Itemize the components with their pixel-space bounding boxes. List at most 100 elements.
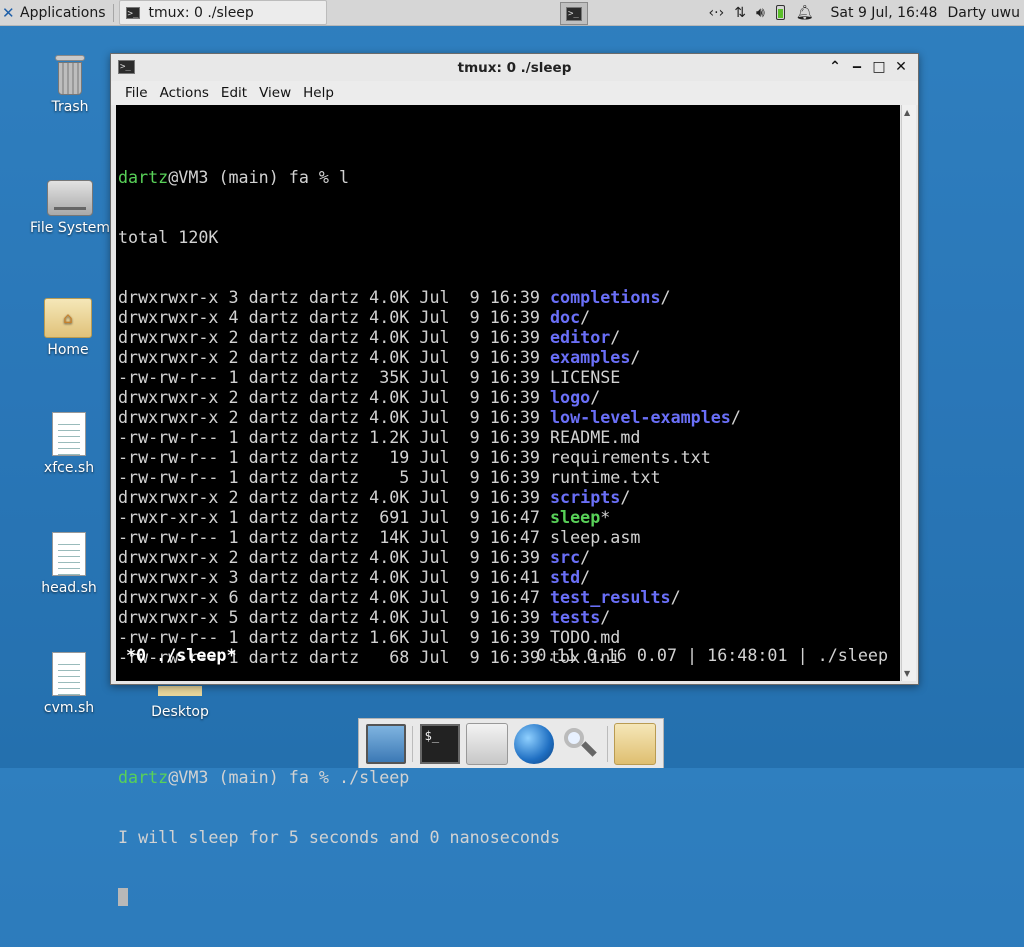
prompt-line: dartz@VM3 (main) fa % l: [118, 167, 741, 187]
dock: $_: [358, 718, 664, 768]
file-name: TODO.md: [550, 627, 621, 647]
file-meta: drwxrwxr-x 2 dartz dartz 4.0K Jul 9 16:3…: [118, 387, 551, 407]
list-item: drwxrwxr-x 2 dartz dartz 4.0K Jul 9 16:3…: [118, 487, 741, 507]
file-meta: -rw-rw-r-- 1 dartz dartz 19 Jul 9 16:39: [118, 447, 551, 467]
file-meta: -rw-rw-r-- 1 dartz dartz 5 Jul 9 16:39: [118, 467, 551, 487]
desktop-icon-xfce-sh[interactable]: xfce.sh: [24, 412, 114, 476]
menu-view[interactable]: View: [259, 85, 291, 101]
taskbar-title: tmux: 0 ./sleep: [148, 4, 254, 21]
prompt-user: dartz: [118, 767, 169, 787]
list-item: drwxrwxr-x 2 dartz dartz 4.0K Jul 9 16:3…: [118, 387, 741, 407]
scrollbar[interactable]: ▲ ▼: [901, 105, 916, 681]
menu-help[interactable]: Help: [303, 85, 334, 101]
file-suffix: /: [580, 547, 591, 567]
file-name: sleep: [550, 507, 601, 527]
file-suffix: *: [600, 507, 611, 527]
desktop-icon-cvm-sh[interactable]: cvm.sh: [24, 652, 114, 716]
file-name: tests: [550, 607, 601, 627]
user-menu[interactable]: Darty uwu: [947, 5, 1020, 21]
prompt-host: @VM3 (main) fa %: [168, 767, 340, 787]
desktop-icon-label: File System: [29, 220, 111, 236]
terminal-icon: >_: [125, 6, 140, 19]
list-item: -rw-rw-r-- 1 dartz dartz 35K Jul 9 16:39…: [118, 367, 741, 387]
tmux-status-bar: *0 ./sleep* 0.11 0.16 0.07 | 16:48:01 | …: [126, 645, 888, 665]
panel-separator: [112, 3, 114, 22]
file-name: requirements.txt: [550, 447, 711, 467]
search-icon[interactable]: [560, 724, 600, 764]
file-suffix: /: [730, 407, 741, 427]
script-file-icon: [52, 652, 86, 696]
file-meta: -rw-rw-r-- 1 dartz dartz 1.2K Jul 9 16:3…: [118, 427, 551, 447]
volume-icon[interactable]: 🔊︎: [756, 5, 765, 21]
shade-button[interactable]: ⌃: [824, 58, 846, 76]
terminal-area[interactable]: dartz@VM3 (main) fa % l total 120K drwxr…: [116, 105, 900, 906]
maximize-button[interactable]: □: [868, 58, 890, 76]
file-meta: drwxrwxr-x 2 dartz dartz 4.0K Jul 9 16:3…: [118, 347, 551, 367]
desktop-icon-trash[interactable]: Trash: [25, 55, 115, 115]
file-meta: -rwxr-xr-x 1 dartz dartz 691 Jul 9 16:47: [118, 507, 551, 527]
desktop-icon-filesystem[interactable]: File System: [25, 180, 115, 236]
file-name: logo: [550, 387, 591, 407]
folder-icon[interactable]: [613, 722, 656, 765]
menu-file[interactable]: File: [125, 85, 148, 101]
file-meta: drwxrwxr-x 3 dartz dartz 4.0K Jul 9 16:3…: [118, 287, 551, 307]
file-name: editor: [550, 327, 611, 347]
menu-bar: File Actions Edit View Help: [111, 81, 918, 105]
file-suffix: /: [600, 607, 611, 627]
file-name: sleep.asm: [550, 527, 641, 547]
file-suffix: /: [630, 347, 641, 367]
minimize-button[interactable]: ‒: [846, 58, 868, 76]
home-folder-icon[interactable]: [465, 722, 508, 765]
list-item: drwxrwxr-x 3 dartz dartz 4.0K Jul 9 16:4…: [118, 567, 741, 587]
script-file-icon: [52, 532, 86, 576]
file-suffix: /: [580, 567, 591, 587]
list-item: -rw-rw-r-- 1 dartz dartz 1.6K Jul 9 16:3…: [118, 627, 741, 647]
script-file-icon: [52, 412, 86, 456]
dock-separator: [606, 725, 608, 762]
taskbar-button-tmux[interactable]: >_ tmux: 0 ./sleep: [118, 0, 327, 25]
window-titlebar[interactable]: >_ tmux: 0 ./sleep ⌃ ‒ □ ✕: [111, 54, 918, 81]
applications-menu-button[interactable]: ✕ Applications: [0, 0, 110, 25]
file-meta: drwxrwxr-x 3 dartz dartz 4.0K Jul 9 16:4…: [118, 567, 551, 587]
file-meta: drwxrwxr-x 2 dartz dartz 4.0K Jul 9 16:3…: [118, 547, 551, 567]
top-panel: ✕ Applications >_ tmux: 0 ./sleep >_ ‹·›…: [0, 0, 1024, 26]
terminal-icon[interactable]: $_: [419, 723, 460, 764]
list-item: -rw-rw-r-- 1 dartz dartz 1.2K Jul 9 16:3…: [118, 427, 741, 447]
file-suffix: /: [590, 387, 601, 407]
desktop-icon-head-sh[interactable]: head.sh: [24, 532, 114, 596]
desktop-icon-label: head.sh: [41, 580, 97, 596]
command: l: [339, 167, 350, 187]
home-folder-icon: ⌂: [44, 298, 92, 338]
prompt-user: dartz: [118, 167, 169, 187]
battery-icon[interactable]: [775, 5, 785, 20]
tmux-window-list[interactable]: *0 ./sleep*: [126, 645, 237, 665]
desktop-icon-home[interactable]: ⌂ Home: [23, 298, 113, 358]
web-browser-icon[interactable]: [514, 723, 555, 764]
file-meta: drwxrwxr-x 2 dartz dartz 4.0K Jul 9 16:3…: [118, 407, 551, 427]
scroll-up-icon[interactable]: ▲: [904, 108, 910, 117]
clock[interactable]: Sat 9 Jul, 16:48: [831, 5, 938, 21]
workspace-pager[interactable]: >_: [560, 2, 588, 25]
applications-label: Applications: [20, 4, 106, 21]
file-name: completions: [550, 287, 661, 307]
close-button[interactable]: ✕: [890, 58, 912, 76]
window-title: tmux: 0 ./sleep: [457, 60, 572, 76]
menu-edit[interactable]: Edit: [221, 85, 247, 101]
dock-separator: [412, 725, 414, 762]
scroll-down-icon[interactable]: ▼: [904, 669, 910, 678]
bell-icon[interactable]: 🔔︎: [796, 5, 814, 21]
list-item: drwxrwxr-x 2 dartz dartz 4.0K Jul 9 16:3…: [118, 347, 741, 367]
network-icon[interactable]: ‹·›: [709, 5, 725, 21]
file-listing: drwxrwxr-x 3 dartz dartz 4.0K Jul 9 16:3…: [118, 287, 741, 667]
terminal-window: >_ tmux: 0 ./sleep ⌃ ‒ □ ✕ File Actions …: [110, 53, 919, 906]
show-desktop-icon[interactable]: [366, 723, 407, 764]
list-item: -rwxr-xr-x 1 dartz dartz 691 Jul 9 16:47…: [118, 507, 741, 527]
menu-actions[interactable]: Actions: [160, 85, 209, 101]
list-item: -rw-rw-r-- 1 dartz dartz 5 Jul 9 16:39 r…: [118, 467, 741, 487]
list-item: drwxrwxr-x 2 dartz dartz 4.0K Jul 9 16:3…: [118, 327, 741, 347]
transfer-icon[interactable]: ⇅: [734, 5, 746, 21]
list-item: -rw-rw-r-- 1 dartz dartz 19 Jul 9 16:39 …: [118, 447, 741, 467]
file-meta: drwxrwxr-x 6 dartz dartz 4.0K Jul 9 16:4…: [118, 587, 551, 607]
system-tray: ‹·› ⇅ 🔊︎ 🔔︎ Sat 9 Jul, 16:48 Darty uwu: [704, 0, 1024, 25]
list-item: drwxrwxr-x 2 dartz dartz 4.0K Jul 9 16:3…: [118, 407, 741, 427]
